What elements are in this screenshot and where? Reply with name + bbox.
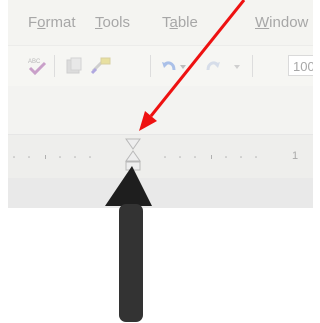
redo-dropdown-icon[interactable] xyxy=(232,56,242,76)
svg-text:ABC: ABC xyxy=(28,59,41,65)
menu-bar: Format Tools Table Window xyxy=(8,0,313,45)
ruler-ticks xyxy=(13,155,257,159)
toolbar-separator xyxy=(54,55,55,77)
undo-dropdown-icon[interactable] xyxy=(178,56,188,76)
undo-icon[interactable] xyxy=(160,56,178,76)
ruler-number: 1 xyxy=(292,150,299,162)
toolbar-area xyxy=(8,86,313,134)
menu-format[interactable]: Format xyxy=(28,14,76,31)
zoom-box[interactable]: 100 xyxy=(288,55,313,76)
toolbar-separator xyxy=(252,55,253,77)
document-top-area xyxy=(8,178,313,208)
spelling-icon[interactable]: ABC xyxy=(26,56,48,76)
menu-table[interactable]: Table xyxy=(162,14,198,31)
horizontal-ruler[interactable]: 1 xyxy=(8,134,313,179)
screenshot: Format Tools Table Window ABC 100 1 xyxy=(0,0,313,323)
menu-tools[interactable]: Tools xyxy=(95,14,130,31)
toolbar-separator xyxy=(150,55,151,77)
format-painter-icon[interactable] xyxy=(90,56,112,76)
standard-toolbar: ABC 100 xyxy=(8,45,313,87)
menu-window[interactable]: Window xyxy=(255,14,308,31)
research-icon[interactable] xyxy=(64,56,84,76)
redo-icon[interactable] xyxy=(204,56,222,76)
